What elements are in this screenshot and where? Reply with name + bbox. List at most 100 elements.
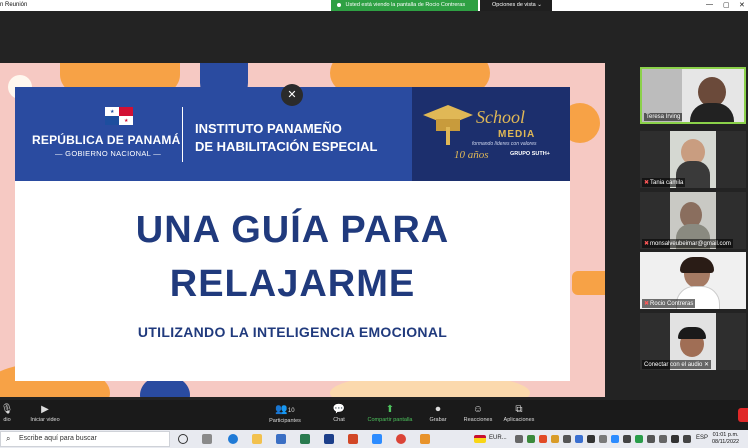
start-video-button[interactable]: ▶ Iniciar video <box>28 403 62 423</box>
institute-line-1: INSTITUTO PANAMEÑO <box>195 121 342 136</box>
apps-button[interactable]: ⧉ Aplicaciones <box>502 403 536 423</box>
maximize-button[interactable]: ▢ <box>723 1 730 9</box>
currency-widget[interactable]: EUR... <box>489 435 507 441</box>
close-icon[interactable]: ✕ <box>704 362 709 368</box>
tray-icon[interactable] <box>575 435 583 443</box>
audio-button[interactable]: 🎙 dio <box>0 403 14 423</box>
video-label: Iniciar video <box>30 417 60 423</box>
tray-icon[interactable] <box>563 435 571 443</box>
muted-mic-icon: ✖ <box>644 241 650 247</box>
institute-line-2: DE HABILITACIÓN ESPECIAL <box>195 139 378 154</box>
task-view-icon[interactable] <box>202 434 212 444</box>
audio-label: dio <box>3 417 11 423</box>
clock[interactable]: 01:01 p.m. 08/11/2022 <box>712 432 739 446</box>
zoom-meeting-window: n Reunión Usted está viendo la pantalla … <box>0 0 748 448</box>
language-indicator[interactable]: ESP <box>696 435 708 441</box>
share-indicator-icon <box>337 2 341 7</box>
panama-flag-icon: ★ ★ <box>105 107 133 125</box>
group-label: GRUPO SUTH+ <box>510 151 550 157</box>
edge-icon[interactable] <box>228 434 238 444</box>
share-notice-text: Usted está viendo la pantalla de Rocio C… <box>345 2 466 8</box>
connect-audio-text[interactable]: Conectar con el audio <box>644 362 702 368</box>
photoshop-icon[interactable] <box>324 434 334 444</box>
end-meeting-button[interactable] <box>738 408 748 422</box>
participant-name: ✖monsalveubeimar@gmail.com <box>642 239 733 248</box>
share-screen-icon: ⬆ <box>385 404 395 415</box>
participant-name-text: monsalveubeimar@gmail.com <box>650 241 731 247</box>
close-window-button[interactable]: ✕ <box>739 1 745 9</box>
tray-icon[interactable] <box>527 435 535 443</box>
republic-label: REPÚBLICA DE PANAMÁ <box>32 133 181 147</box>
video-off-icon: ▶ <box>41 404 49 415</box>
participants-icon: 👥10 <box>275 404 295 415</box>
tray-icon[interactable] <box>611 435 619 443</box>
shared-screen: ★ ★ REPÚBLICA DE PANAMÁ — GOBIERNO NACIO… <box>0 63 605 397</box>
muted-mic-icon: ✖ <box>644 180 650 186</box>
search-placeholder: Escribe aquí para buscar <box>19 435 97 442</box>
tray-icon[interactable] <box>587 435 595 443</box>
slide-title-line-2: RELAJARME <box>169 263 416 305</box>
view-options-label: Opciones de vista <box>492 2 536 8</box>
record-icon: ⏺ <box>435 404 441 415</box>
clock-time: 01:01 p.m. <box>712 432 739 438</box>
chat-button[interactable]: 💬 Chat <box>328 403 350 423</box>
tray-icon[interactable] <box>515 435 523 443</box>
view-options-button[interactable]: Opciones de vista ⌄ <box>480 0 552 11</box>
tray-icon[interactable] <box>659 435 667 443</box>
windows-taskbar: ⌕ Escribe aquí para buscar EUR... ESP 01… <box>0 430 748 448</box>
search-icon: ⌕ <box>6 434 11 443</box>
tray-icon[interactable] <box>539 435 547 443</box>
graduation-cap-icon <box>423 105 473 145</box>
participant-tile[interactable]: ✖monsalveubeimar@gmail.com <box>640 192 746 249</box>
participant-name-text: Rocio Contreras <box>650 301 694 307</box>
share-label: Compartir pantalla <box>367 417 413 423</box>
participants-button[interactable]: 👥10 Participantes <box>266 403 304 424</box>
share-screen-button[interactable]: ⬆ Compartir pantalla <box>365 403 415 423</box>
tray-icon[interactable] <box>599 435 607 443</box>
zoom-icon[interactable] <box>372 434 382 444</box>
chrome-icon[interactable] <box>396 434 406 444</box>
cortana-icon[interactable] <box>178 434 188 444</box>
apps-label: Aplicaciones <box>503 417 535 423</box>
meeting-toolbar: 🎙 dio ▶ Iniciar video 👥10 Participantes … <box>0 400 748 430</box>
record-label: Grabar <box>429 417 447 423</box>
chat-label: Chat <box>333 417 345 423</box>
flag-icon <box>474 435 486 443</box>
participant-tile[interactable]: ✖Rocio Contreras <box>640 252 746 309</box>
file-explorer-icon[interactable] <box>252 434 262 444</box>
participant-name-text: Tania camila <box>650 180 684 186</box>
participant-tile[interactable]: Conectar con el audio ✕ <box>640 313 746 370</box>
tray-icon[interactable] <box>623 435 631 443</box>
store-icon[interactable] <box>300 434 310 444</box>
mail-icon[interactable] <box>276 434 286 444</box>
participant-tile[interactable]: Teresa Irving <box>640 67 746 124</box>
muted-mic-icon: ✖ <box>644 301 650 307</box>
wifi-icon[interactable] <box>671 435 679 443</box>
emoji-icon: ☺ <box>472 404 484 415</box>
volume-icon[interactable] <box>683 435 691 443</box>
reactions-button[interactable]: ☺ Reacciones <box>462 403 494 423</box>
title-bar: n Reunión Usted está viendo la pantalla … <box>0 0 748 11</box>
participant-name: Conectar con el audio ✕ <box>642 360 712 369</box>
tray-icon[interactable] <box>551 435 559 443</box>
minimize-button[interactable]: — <box>706 1 713 8</box>
school-tagline: formando líderes con valores <box>472 141 537 147</box>
taskbar-search-input[interactable]: ⌕ Escribe aquí para buscar <box>0 431 170 447</box>
powerpoint-icon[interactable] <box>348 434 358 444</box>
years-badge: 10 años <box>454 149 489 161</box>
meeting-stage: ★ ★ REPÚBLICA DE PANAMÁ — GOBIERNO NACIO… <box>0 11 748 400</box>
participant-tile[interactable]: ✖Tania camila <box>640 131 746 188</box>
record-button[interactable]: ⏺ Grabar <box>426 403 450 423</box>
close-share-button[interactable]: ✕ <box>281 84 303 106</box>
tray-icon[interactable] <box>635 435 643 443</box>
participants-count: 10 <box>287 408 295 414</box>
media-word: MEDIA <box>498 129 536 140</box>
chevron-down-icon: ⌄ <box>537 2 542 8</box>
hair-shape <box>680 257 714 273</box>
window-title: n Reunión <box>0 2 28 8</box>
apps-icon: ⧉ <box>515 404 523 415</box>
tray-icon[interactable] <box>647 435 655 443</box>
share-notice-bar: Usted está viendo la pantalla de Rocio C… <box>331 0 478 11</box>
government-label: — GOBIERNO NACIONAL — <box>55 149 162 158</box>
app-icon[interactable] <box>420 434 430 444</box>
